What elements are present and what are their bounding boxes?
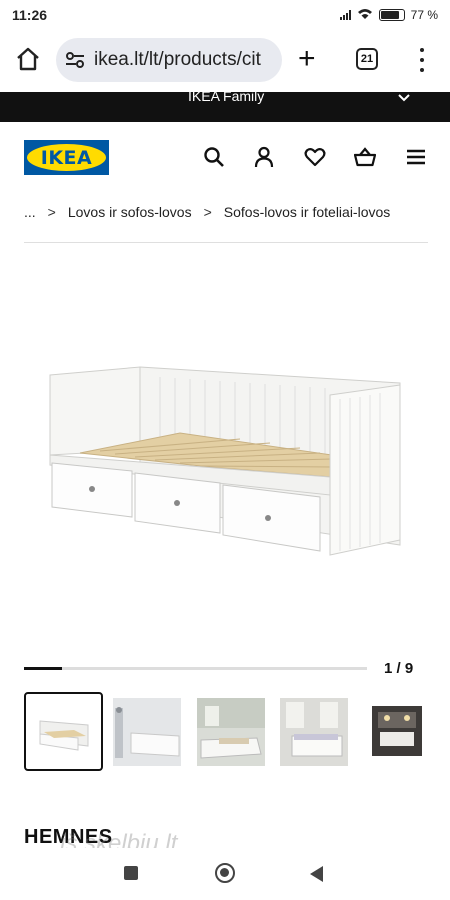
status-icons: 77 % — [339, 8, 438, 23]
breadcrumb: ... > Lovos ir sofos-lovos > Sofos-lovos… — [24, 204, 428, 220]
home-button[interactable] — [215, 863, 235, 883]
thumbnail-room-image — [372, 706, 422, 756]
search-icon[interactable] — [203, 146, 225, 168]
thumbnail-2[interactable] — [113, 698, 181, 766]
signal-icon — [339, 10, 351, 20]
url-text: ikea.lt/lt/products/cit — [94, 49, 261, 70]
browser-menu-button[interactable] — [418, 48, 426, 72]
thumbnail-room-image — [280, 698, 348, 766]
system-nav-bar — [0, 848, 450, 900]
chevron-down-icon — [398, 94, 410, 102]
home-icon[interactable] — [15, 46, 41, 72]
thumbnail-room-image — [197, 698, 265, 766]
divider — [24, 242, 428, 243]
user-icon[interactable] — [253, 146, 275, 168]
logo-text: IKEA — [40, 146, 93, 169]
family-bar[interactable]: IKEA Family — [0, 92, 450, 122]
breadcrumb-item-beds[interactable]: Lovos ir sofos-lovos — [68, 204, 192, 220]
battery-percent: 77 % — [410, 8, 438, 22]
battery-icon — [378, 9, 405, 21]
wifi-icon — [357, 8, 373, 23]
thumbnail-4[interactable] — [280, 698, 348, 766]
breadcrumb-item-daybeds[interactable]: Sofos-lovos ir foteliai-lovos — [224, 204, 391, 220]
site-settings-icon[interactable] — [64, 49, 86, 71]
thumbnail-5[interactable] — [372, 706, 422, 756]
breadcrumb-ellipsis[interactable]: ... — [24, 204, 36, 220]
thumbnail-daybed-image — [39, 720, 89, 751]
breadcrumb-separator: > — [203, 204, 212, 220]
back-button[interactable] — [310, 866, 323, 882]
cart-icon[interactable] — [354, 146, 376, 168]
address-bar[interactable]: ikea.lt/lt/products/cit — [56, 38, 282, 82]
recents-button[interactable] — [124, 866, 138, 880]
hamburger-menu-icon[interactable] — [405, 146, 427, 168]
gallery-progress-bar[interactable] — [24, 667, 367, 670]
family-label: IKEA Family — [188, 92, 265, 104]
new-tab-button[interactable]: + — [298, 44, 316, 74]
thumbnail-3[interactable] — [197, 698, 265, 766]
thumbnail-1[interactable] — [24, 692, 103, 771]
browser-toolbar: ikea.lt/lt/products/cit + 21 — [0, 36, 450, 86]
heart-icon[interactable] — [304, 146, 326, 168]
product-image-daybed[interactable] — [40, 355, 410, 565]
gallery-progress-fill — [24, 667, 62, 670]
status-time: 11:26 — [12, 7, 48, 23]
ikea-logo[interactable]: IKEA — [24, 140, 109, 175]
tab-switcher-button[interactable]: 21 — [356, 48, 378, 70]
thumbnail-room-image — [113, 698, 181, 766]
gallery-counter: 1 / 9 — [384, 660, 414, 677]
breadcrumb-separator: > — [47, 204, 56, 220]
status-bar: 11:26 77 % — [0, 0, 450, 30]
